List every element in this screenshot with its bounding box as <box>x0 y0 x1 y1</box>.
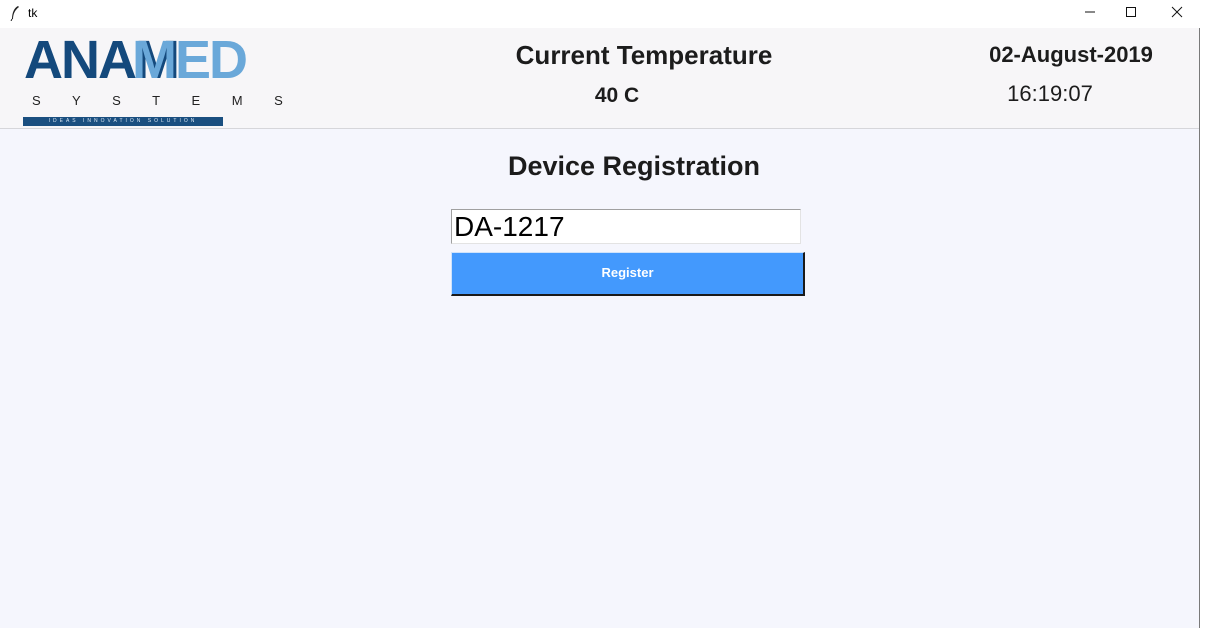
logo-text-light: MED <box>132 30 248 90</box>
minimize-button[interactable] <box>1067 0 1113 28</box>
logo-subtitle: S Y S T E M S <box>32 93 297 108</box>
window-right-border <box>1199 28 1205 628</box>
title-bar: tk <box>0 0 1205 28</box>
anamed-logo: ANAM MED S Y S T E M S IDEAS INNOVATION … <box>22 30 297 128</box>
main-panel: Device Registration Register <box>0 129 1199 628</box>
minimize-icon <box>1084 5 1096 23</box>
window-title: tk <box>28 6 38 20</box>
app-window: tk ANAM MED S Y S T E M S IDEAS INNOVATI… <box>0 0 1205 628</box>
register-button[interactable]: Register <box>451 252 805 296</box>
temperature-label: Current Temperature <box>515 40 773 70</box>
time-display: 16:19:07 <box>1007 81 1093 106</box>
temperature-value: 40 C <box>594 84 640 107</box>
tk-feather-icon <box>9 5 21 22</box>
logo-tagline: IDEAS INNOVATION SOLUTION <box>23 117 223 126</box>
maximize-icon <box>1125 5 1137 23</box>
device-id-input[interactable] <box>451 209 801 244</box>
date-display: 02-August-2019 <box>989 42 1153 67</box>
close-button[interactable] <box>1154 0 1200 28</box>
maximize-button[interactable] <box>1108 0 1154 28</box>
close-icon <box>1171 5 1183 23</box>
registration-title: Device Registration <box>507 151 761 181</box>
header-panel: ANAM MED S Y S T E M S IDEAS INNOVATION … <box>0 28 1199 129</box>
